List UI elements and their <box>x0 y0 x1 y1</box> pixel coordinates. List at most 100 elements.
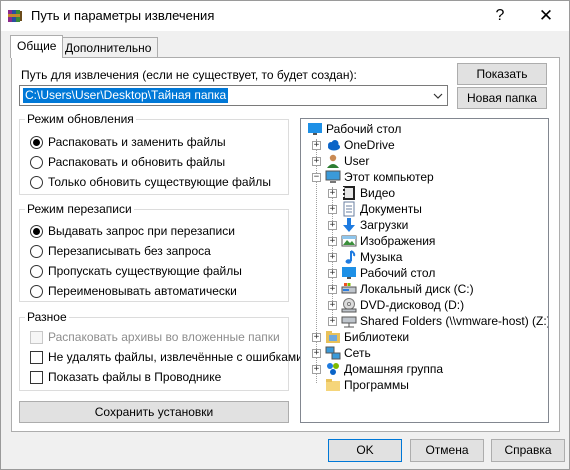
tree-item-label[interactable]: Рабочий стол <box>360 266 435 280</box>
tree-item-label[interactable]: Музыка <box>360 250 402 264</box>
cancel-button[interactable]: Отмена <box>410 439 484 462</box>
tree-item[interactable]: Рабочий стол <box>301 121 548 137</box>
tree-item-label[interactable]: DVD-дисковод (D:) <box>360 298 464 312</box>
expand-toggle[interactable]: + <box>312 349 321 358</box>
tree-item[interactable]: + Библиотеки <box>301 329 548 345</box>
tree-item-label[interactable]: OneDrive <box>344 138 395 152</box>
path-label: Путь для извлечения (если не существует,… <box>21 68 357 82</box>
tree-item[interactable]: + Изображения <box>301 233 548 249</box>
tree-item-label[interactable]: User <box>344 154 369 168</box>
downloads-icon <box>343 218 355 232</box>
radio-update-existing[interactable] <box>30 176 43 189</box>
tree-item[interactable]: + DVD-дисковод (D:) <box>301 297 548 313</box>
folder-tree[interactable]: Рабочий стол + OneDrive + User − Этот ко… <box>300 118 549 423</box>
tree-item[interactable]: + Сеть <box>301 345 548 361</box>
tree-item[interactable]: + Документы <box>301 201 548 217</box>
radio-overwrite-no-ask[interactable] <box>30 245 43 258</box>
tree-item-label[interactable]: Этот компьютер <box>344 170 434 184</box>
radio-ask-overwrite-label[interactable]: Выдавать запрос при перезаписи <box>48 224 235 238</box>
tree-item-label[interactable]: Документы <box>360 202 422 216</box>
radio-skip-existing[interactable] <box>30 265 43 278</box>
local-disk-icon <box>341 283 357 294</box>
new-folder-button[interactable]: Новая папка <box>457 87 547 109</box>
tree-item-label[interactable]: Локальный диск (C:) <box>360 282 474 296</box>
network-icon <box>325 346 341 360</box>
help-title-button[interactable]: ? <box>485 5 515 27</box>
expand-toggle[interactable]: + <box>328 301 337 310</box>
extract-dialog: Путь и параметры извлечения ? ✕ Общие До… <box>0 0 570 470</box>
radio-auto-rename-label[interactable]: Переименовывать автоматически <box>48 284 237 298</box>
expand-toggle[interactable]: + <box>312 141 321 150</box>
tree-item-label[interactable]: Домашняя группа <box>344 362 443 376</box>
tree-item-label[interactable]: Сеть <box>344 346 371 360</box>
pictures-icon <box>341 235 357 247</box>
radio-overwrite-no-ask-label[interactable]: Перезаписывать без запроса <box>48 244 211 258</box>
path-input[interactable]: C:\Users\User\Desktop\Тайная папка <box>23 88 229 103</box>
tree-item[interactable]: + Shared Folders (\\vmware-host) (Z:) <box>301 313 548 329</box>
chevron-down-icon[interactable] <box>431 89 445 103</box>
tree-item-label[interactable]: Видео <box>360 186 395 200</box>
title-bar: Путь и параметры извлечения ? ✕ <box>1 1 569 31</box>
folder-icon <box>326 379 340 391</box>
radio-extract-update[interactable] <box>30 156 43 169</box>
expand-toggle[interactable]: + <box>328 253 337 262</box>
expand-toggle[interactable]: + <box>328 221 337 230</box>
expand-toggle[interactable]: + <box>328 285 337 294</box>
expand-toggle[interactable]: + <box>328 317 337 326</box>
tree-item-label[interactable]: Программы <box>344 378 409 392</box>
radio-extract-replace[interactable] <box>30 136 43 149</box>
music-icon <box>345 250 356 264</box>
path-combobox[interactable]: C:\Users\User\Desktop\Тайная папка <box>19 85 448 106</box>
radio-extract-replace-label[interactable]: Распаковать и заменить файлы <box>48 135 226 149</box>
expand-toggle[interactable]: + <box>312 333 321 342</box>
expand-toggle[interactable]: + <box>328 205 337 214</box>
checkbox-keep-broken[interactable] <box>30 351 43 364</box>
radio-extract-update-label[interactable]: Распаковать и обновить файлы <box>48 155 225 169</box>
tree-item-label[interactable]: Загрузки <box>360 218 408 232</box>
tree-item[interactable]: + Домашняя группа <box>301 361 548 377</box>
tree-item[interactable]: + OneDrive <box>301 137 548 153</box>
radio-update-existing-label[interactable]: Только обновить существующие файлы <box>48 175 271 189</box>
tree-item[interactable]: + Загрузки <box>301 217 548 233</box>
help-button[interactable]: Справка <box>491 439 565 462</box>
tree-item[interactable]: − Этот компьютер <box>301 169 548 185</box>
video-icon <box>343 186 355 200</box>
tree-item-label[interactable]: Shared Folders (\\vmware-host) (Z:) <box>360 314 548 328</box>
tree-item-label[interactable]: Изображения <box>360 234 435 248</box>
tree-item[interactable]: + User <box>301 153 548 169</box>
collapse-toggle[interactable]: − <box>312 173 321 182</box>
close-button[interactable]: ✕ <box>529 5 563 27</box>
tree-item[interactable]: + Видео <box>301 185 548 201</box>
radio-skip-existing-label[interactable]: Пропускать существующие файлы <box>48 264 242 278</box>
overwrite-mode-title: Режим перезаписи <box>25 202 134 216</box>
window-title: Путь и параметры извлечения <box>31 8 215 23</box>
tab-advanced[interactable]: Дополнительно <box>58 37 159 57</box>
tree-item[interactable]: + Рабочий стол <box>301 265 548 281</box>
tab-general[interactable]: Общие <box>10 35 64 58</box>
radio-auto-rename[interactable] <box>30 285 43 298</box>
checkbox-show-in-explorer[interactable] <box>30 371 43 384</box>
computer-icon <box>325 170 341 183</box>
tree-item[interactable]: + Локальный диск (C:) <box>301 281 548 297</box>
dvd-drive-icon <box>341 298 357 313</box>
tree-item[interactable]: Программы <box>301 377 548 393</box>
checkbox-keep-broken-label[interactable]: Не удалять файлы, извлечённые с ошибками <box>48 350 303 364</box>
checkbox-nested-folders-label: Распаковать архивы во вложенные папки <box>48 330 280 344</box>
expand-toggle[interactable]: + <box>328 189 337 198</box>
tree-item-label[interactable]: Рабочий стол <box>326 122 401 136</box>
desktop-icon <box>308 123 322 135</box>
expand-toggle[interactable]: + <box>328 237 337 246</box>
show-button[interactable]: Показать <box>457 63 547 85</box>
expand-toggle[interactable]: + <box>312 157 321 166</box>
documents-icon <box>343 201 355 217</box>
save-settings-button[interactable]: Сохранить установки <box>19 401 289 423</box>
checkbox-nested-folders[interactable] <box>30 331 43 344</box>
expand-toggle[interactable]: + <box>312 365 321 374</box>
expand-toggle[interactable]: + <box>328 269 337 278</box>
radio-ask-overwrite[interactable] <box>30 225 43 238</box>
checkbox-show-in-explorer-label[interactable]: Показать файлы в Проводнике <box>48 370 221 384</box>
tree-item-label[interactable]: Библиотеки <box>344 330 409 344</box>
tree-item[interactable]: + Музыка <box>301 249 548 265</box>
ok-button[interactable]: OK <box>328 439 402 462</box>
libraries-icon <box>326 331 340 343</box>
